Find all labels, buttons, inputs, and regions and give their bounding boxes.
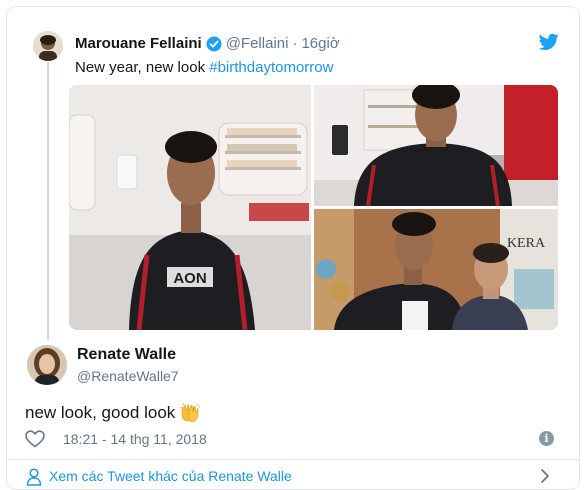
author-name[interactable]: Marouane Fellaini [75,35,202,52]
heart-icon[interactable] [25,430,45,448]
chevron-right-icon[interactable] [539,468,551,484]
info-icon[interactable]: i [539,431,554,446]
svg-text:AON: AON [173,270,206,287]
quoted-tweet-text: New year, new look #birthdaytomorrow [75,59,333,76]
reply-author-name[interactable]: Renate Walle [77,346,176,364]
raising-hands-emoji [180,403,201,423]
tweet-media-grid: AON KERA [69,85,558,330]
photo-1[interactable]: AON [69,85,311,330]
embedded-tweet-card: Marouane Fellaini @Fellaini · 16giờ New … [6,6,580,490]
fellaini-avatar[interactable] [33,31,63,61]
reply-author-handle[interactable]: @RenateWalle7 [77,368,179,384]
photo-2[interactable] [314,85,558,206]
reply-text: new look, good look [25,403,176,422]
twitter-bird-icon[interactable] [539,33,559,51]
renate-walle-avatar[interactable] [27,345,67,385]
reply-tweet-text: new look, good look [25,402,201,424]
separator-dot: · [292,35,298,52]
svg-text:KERA: KERA [507,236,546,251]
person-icon [26,468,42,486]
author-handle[interactable]: @Fellaini [226,35,289,52]
reply-timestamp[interactable]: 18:21 - 14 thg 11, 2018 [63,431,207,447]
more-tweets-row[interactable]: Xem các Tweet khác của Renate Walle [7,460,579,489]
photo-3[interactable]: KERA [314,209,558,330]
tweet-time[interactable]: 16giờ [301,35,339,52]
quoted-tweet-header: Marouane Fellaini @Fellaini · 16giờ [75,35,340,52]
hashtag-link[interactable]: #birthdaytomorrow [209,59,333,76]
more-tweets-link[interactable]: Xem các Tweet khác của Renate Walle [49,468,292,484]
verified-badge-icon [206,36,222,51]
thread-connector-line [47,62,49,340]
tweet-text-plain: New year, new look [75,59,210,76]
